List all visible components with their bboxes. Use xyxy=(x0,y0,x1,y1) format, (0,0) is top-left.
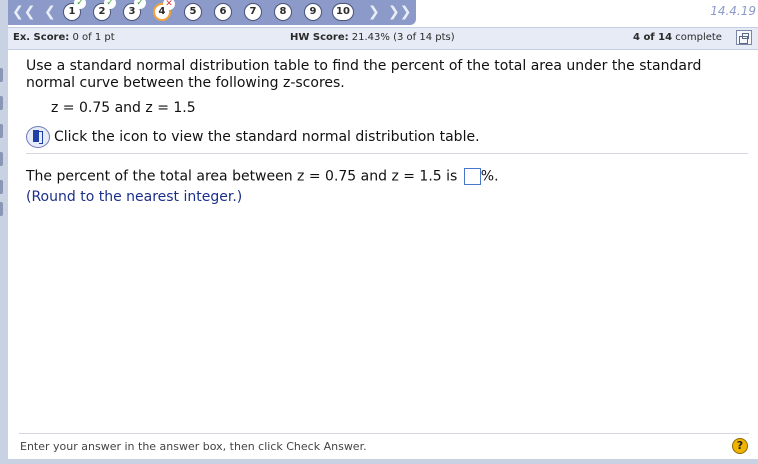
progress-status: 4 of 14 complete xyxy=(633,32,722,43)
question-button-1[interactable]: 1 ✓ xyxy=(63,0,86,21)
footer-divider xyxy=(19,433,749,434)
question-button-4-current[interactable]: 4 ✕ xyxy=(153,0,175,21)
rounding-note: (Round to the nearest integer.) xyxy=(26,189,243,205)
left-strip-tab xyxy=(0,180,3,194)
left-edge-strip xyxy=(0,0,8,464)
question-button-8[interactable]: 8 xyxy=(274,3,292,21)
homework-score: HW Score: 21.43% (3 of 14 pts) xyxy=(290,32,455,43)
incorrect-x-icon: ✕ xyxy=(163,0,175,10)
left-strip-tab xyxy=(0,202,3,216)
divider xyxy=(26,153,748,154)
first-question-icon[interactable]: ❮❮ xyxy=(12,4,35,20)
bottom-edge xyxy=(8,459,758,464)
question-button-9[interactable]: 9 xyxy=(304,3,322,21)
z-scores: z = 0.75 and z = 1.5 xyxy=(51,100,196,116)
version-label: 14.4.19 xyxy=(710,4,756,18)
question-panel: Use a standard normal distribution table… xyxy=(8,50,758,464)
question-button-2[interactable]: 2 ✓ xyxy=(93,0,116,21)
previous-question-icon[interactable]: ❮ xyxy=(44,4,56,20)
expand-window-icon[interactable] xyxy=(736,30,752,45)
table-link-row: Click the icon to view the standard norm… xyxy=(26,126,480,148)
question-button-7[interactable]: 7 xyxy=(244,3,262,21)
table-link-text: Click the icon to view the standard norm… xyxy=(54,129,480,145)
left-strip-tab xyxy=(0,96,3,110)
book-table-icon[interactable] xyxy=(26,126,50,148)
exercise-score: Ex. Score: 0 of 1 pt xyxy=(13,32,115,43)
correct-check-icon: ✓ xyxy=(134,0,146,9)
correct-check-icon: ✓ xyxy=(74,0,86,9)
question-button-3[interactable]: 3 ✓ xyxy=(123,0,146,21)
question-navigation-bar: ❮❮ ❮ 1 ✓ 2 ✓ 3 ✓ 4 ✕ 5 6 7 8 9 10 ❯ ❯❯ xyxy=(8,0,416,25)
score-bar: Ex. Score: 0 of 1 pt HW Score: 21.43% (3… xyxy=(8,27,758,50)
question-prompt: Use a standard normal distribution table… xyxy=(26,58,702,91)
left-strip-tab xyxy=(0,68,3,82)
next-question-icon[interactable]: ❯ xyxy=(368,4,380,20)
left-strip-tab xyxy=(0,152,3,166)
left-strip-tab xyxy=(0,124,3,138)
last-question-icon[interactable]: ❯❯ xyxy=(388,4,411,20)
question-button-10[interactable]: 10 xyxy=(332,3,354,21)
question-button-5[interactable]: 5 xyxy=(184,3,202,21)
answer-row: The percent of the total area between z … xyxy=(26,168,499,185)
question-button-6[interactable]: 6 xyxy=(214,3,232,21)
correct-check-icon: ✓ xyxy=(104,0,116,9)
answer-input[interactable] xyxy=(463,168,481,185)
help-icon[interactable]: ? xyxy=(732,438,748,454)
footer-instruction: Enter your answer in the answer box, the… xyxy=(20,440,367,453)
